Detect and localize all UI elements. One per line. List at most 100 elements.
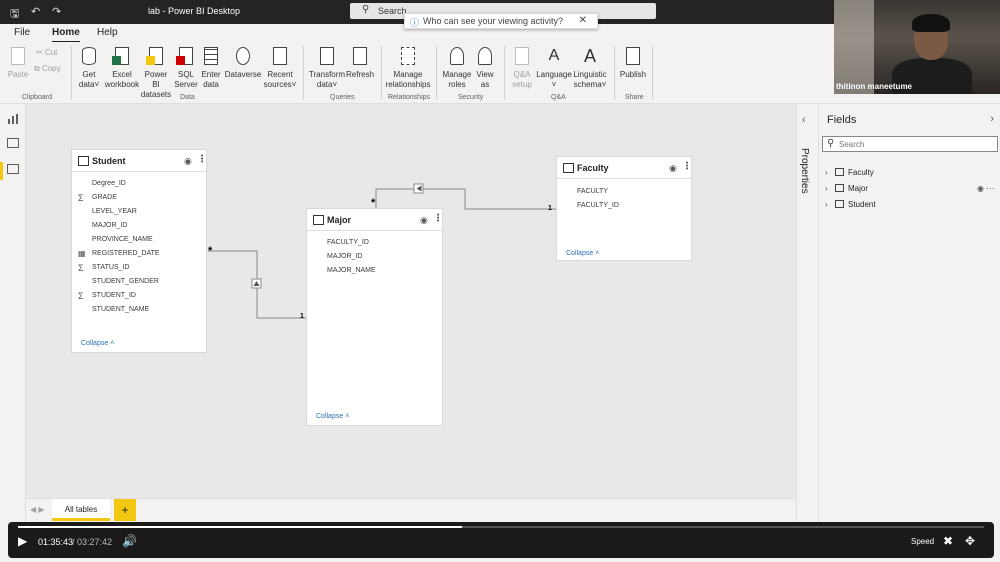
table-card-header[interactable]: Student ◉ ⋮ bbox=[72, 150, 207, 172]
language-button[interactable]: A Language ˅ bbox=[536, 46, 572, 90]
excel-workbook-button[interactable]: Excel workbook bbox=[104, 46, 140, 90]
cut-button[interactable]: ✂ Cut bbox=[36, 48, 57, 57]
eye-icon[interactable]: ◉ bbox=[669, 163, 677, 174]
language-label: Language bbox=[536, 70, 572, 79]
field-label: REGISTERED_DATE bbox=[92, 250, 160, 257]
manage-roles-button[interactable]: Manage roles bbox=[442, 46, 472, 90]
tab-file[interactable]: File bbox=[14, 27, 30, 38]
field-item[interactable]: LEVEL_YEAR bbox=[92, 208, 137, 215]
transform-data-button[interactable]: Transform data˅ bbox=[308, 46, 346, 90]
pbi-datasets-button[interactable]: Power BI datasets bbox=[140, 46, 172, 100]
chevron-right-icon[interactable]: › bbox=[825, 168, 835, 177]
undo-icon[interactable]: ↶ bbox=[31, 5, 40, 18]
field-item[interactable]: FACULTY bbox=[577, 188, 608, 195]
view-as-label-2: as bbox=[480, 80, 490, 89]
copy-label: Copy bbox=[41, 64, 61, 73]
field-item[interactable]: FACULTY_ID bbox=[327, 239, 369, 246]
table-card-faculty[interactable]: Faculty ◉ ⋮ FACULTY FACULTY_ID Collapse … bbox=[556, 156, 692, 261]
publish-button[interactable]: Publish bbox=[618, 46, 648, 80]
fields-item-major[interactable]: › Major ◉ ⋯ bbox=[825, 184, 995, 193]
field-item[interactable]: MAJOR_ID bbox=[327, 253, 362, 260]
schema-label-2: schema bbox=[573, 80, 602, 89]
sql-server-button[interactable]: SQL Server bbox=[174, 46, 198, 90]
datasets-icon bbox=[146, 46, 166, 68]
get-data-button[interactable]: Get data˅ bbox=[75, 46, 103, 90]
sql-icon bbox=[176, 46, 196, 68]
collapse-link[interactable]: Collapse ˄ bbox=[566, 250, 599, 257]
field-item[interactable]: Degree_ID bbox=[92, 180, 126, 187]
table-icon bbox=[201, 46, 221, 68]
table-card-major[interactable]: Major ◉ ⋮ FACULTY_ID MAJOR_ID MAJOR_NAME… bbox=[306, 208, 443, 426]
model-view-icon[interactable] bbox=[7, 164, 19, 174]
dataverse-button[interactable]: Dataverse bbox=[224, 46, 262, 80]
report-view-icon[interactable] bbox=[7, 112, 19, 124]
speed-button[interactable]: Speed bbox=[911, 537, 934, 546]
group-relationships: Relationships bbox=[388, 94, 431, 101]
table-card-header[interactable]: Major ◉ ⋮ bbox=[307, 209, 443, 231]
fields-search-box[interactable]: ⚲ bbox=[822, 136, 998, 152]
close-icon[interactable]: ✕ bbox=[579, 15, 587, 26]
chevron-right-icon[interactable]: › bbox=[825, 184, 835, 193]
chevron-right-icon[interactable]: › bbox=[990, 113, 994, 125]
eye-icon[interactable]: ◉ bbox=[420, 215, 428, 226]
tab-help[interactable]: Help bbox=[97, 27, 118, 38]
table-icon bbox=[835, 184, 844, 192]
field-item[interactable]: Σ STATUS_ID bbox=[78, 263, 129, 273]
layout-tabs-bar: ◀ ▶ All tables + bbox=[26, 498, 796, 524]
paste-button[interactable]: Paste bbox=[6, 46, 30, 80]
add-layout-button[interactable]: + bbox=[114, 499, 136, 521]
save-icon[interactable]: 🖫 bbox=[10, 5, 19, 24]
field-item[interactable]: Σ STUDENT_ID bbox=[78, 291, 136, 301]
ribbon-divider bbox=[652, 46, 653, 100]
field-item[interactable]: ▦ REGISTERED_DATE bbox=[78, 249, 160, 258]
video-progress-bar[interactable] bbox=[18, 526, 984, 528]
qa-setup-button[interactable]: Q&A setup bbox=[508, 46, 536, 90]
properties-label[interactable]: Properties bbox=[799, 148, 810, 194]
fields-item-label: Student bbox=[848, 200, 876, 209]
more-options-icon[interactable]: ⋮ bbox=[433, 213, 443, 224]
exit-fullscreen-icon[interactable]: ✥ bbox=[965, 534, 975, 548]
all-tables-tab[interactable]: All tables bbox=[52, 499, 110, 521]
eye-icon[interactable]: ◉ ⋯ bbox=[977, 184, 994, 193]
video-current-time: 01:35:43 bbox=[38, 537, 74, 547]
field-item[interactable]: PROVINCE_NAME bbox=[92, 236, 153, 243]
tab-nav-arrows[interactable]: ◀ ▶ bbox=[30, 505, 45, 514]
linguistic-schema-button[interactable]: A Linguistic schema˅ bbox=[572, 46, 608, 90]
volume-icon[interactable]: 🔊 bbox=[122, 534, 137, 548]
refresh-button[interactable]: Refresh bbox=[346, 46, 374, 80]
data-view-icon[interactable] bbox=[7, 138, 19, 148]
more-options-icon[interactable]: ⋮ bbox=[197, 154, 207, 165]
tab-home[interactable]: Home bbox=[52, 27, 80, 43]
redo-icon[interactable]: ↷ bbox=[52, 5, 61, 18]
field-item[interactable]: STUDENT_NAME bbox=[92, 306, 149, 313]
field-item[interactable]: MAJOR_NAME bbox=[327, 267, 376, 274]
model-canvas[interactable]: * 1 * 1 Student ◉ ⋮ Degree_ID Σ GRADE LEV… bbox=[26, 104, 796, 498]
manage-rel-label: Manage bbox=[393, 70, 423, 79]
table-card-student[interactable]: Student ◉ ⋮ Degree_ID Σ GRADE LEVEL_YEAR … bbox=[71, 149, 207, 353]
table-card-header[interactable]: Faculty ◉ ⋮ bbox=[557, 157, 692, 179]
major-faculty-link[interactable] bbox=[375, 188, 556, 210]
fields-item-faculty[interactable]: › Faculty bbox=[825, 168, 874, 177]
manage-relationships-button[interactable]: Manage relationships bbox=[384, 46, 432, 90]
field-item[interactable]: FACULTY_ID bbox=[577, 202, 619, 209]
eye-icon[interactable]: ◉ bbox=[184, 156, 192, 167]
field-item[interactable]: Σ GRADE bbox=[78, 193, 117, 203]
sigma-icon: Σ bbox=[78, 193, 84, 203]
play-icon[interactable]: ▶ bbox=[18, 534, 27, 548]
chevron-right-icon[interactable]: › bbox=[825, 200, 835, 209]
field-item[interactable]: MAJOR_ID bbox=[92, 222, 127, 229]
enter-data-button[interactable]: Enter data bbox=[200, 46, 222, 90]
more-options-icon[interactable]: ⋮ bbox=[682, 161, 692, 172]
field-item[interactable]: STUDENT_GENDER bbox=[92, 278, 159, 285]
chevron-left-icon[interactable]: ‹ bbox=[802, 114, 806, 126]
recent-sources-button[interactable]: Recent sources˅ bbox=[262, 46, 298, 90]
collapse-link[interactable]: Collapse ˄ bbox=[81, 340, 114, 347]
collapse-link[interactable]: Collapse ˄ bbox=[316, 413, 349, 420]
picture-in-picture-icon[interactable]: ✖ bbox=[943, 534, 953, 548]
sql-label-2: Server bbox=[174, 80, 198, 89]
bar-chart-glyph bbox=[8, 114, 18, 124]
fields-search-input[interactable] bbox=[839, 138, 989, 150]
fields-item-student[interactable]: › Student bbox=[825, 200, 876, 209]
copy-button[interactable]: ⧉ Copy bbox=[34, 64, 61, 74]
view-as-button[interactable]: View as bbox=[474, 46, 496, 90]
